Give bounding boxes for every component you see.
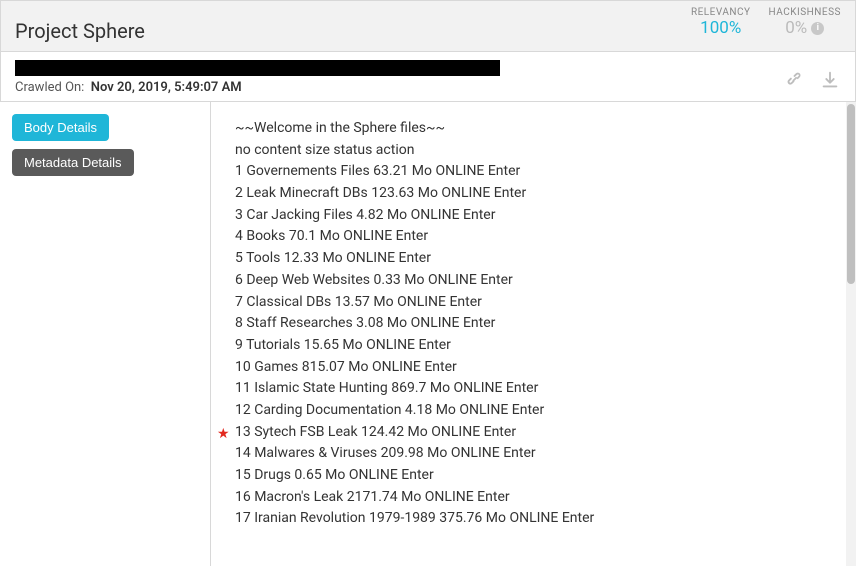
metric-hackishness-label: HACKISHNESS — [769, 7, 841, 18]
list-item-text: 2 Leak Minecraft DBs 123.63 Mo ONLINE En… — [235, 185, 526, 201]
header-metrics: RELEVANCY 100% HACKISHNESS 0% i — [691, 7, 841, 38]
list-item-text: 5 Tools 12.33 Mo ONLINE Enter — [235, 250, 431, 266]
metric-relevancy: RELEVANCY 100% — [691, 7, 751, 38]
list-item: 8 Staff Researches 3.08 Mo ONLINE Enter — [235, 313, 834, 335]
list-item-text: 16 Macron's Leak 2171.74 Mo ONLINE Enter — [235, 489, 510, 505]
list-item: 1 Governements Files 63.21 Mo ONLINE Ent… — [235, 161, 834, 183]
list-item-text: 3 Car Jacking Files 4.82 Mo ONLINE Enter — [235, 207, 495, 223]
info-icon[interactable]: i — [811, 22, 824, 35]
url-row: Crawled On: Nov 20, 2019, 5:49:07 AM — [15, 60, 500, 95]
list-item-text: 17 Iranian Revolution 1979-1989 375.76 M… — [235, 510, 594, 526]
list-item: 15 Drugs 0.65 Mo ONLINE Enter — [235, 465, 834, 487]
list-item-text: 12 Carding Documentation 4.18 Mo ONLINE … — [235, 402, 544, 418]
crawl-label: Crawled On: — [15, 80, 84, 95]
list-item: 4 Books 70.1 Mo ONLINE Enter — [235, 226, 834, 248]
list-item-text: 8 Staff Researches 3.08 Mo ONLINE Enter — [235, 315, 495, 331]
list-item-text: 10 Games 815.07 Mo ONLINE Enter — [235, 359, 457, 375]
metric-hackishness-value: 0% i — [785, 18, 824, 38]
metadata-details-button[interactable]: Metadata Details — [12, 149, 134, 176]
header-action-icons — [783, 69, 841, 95]
list-item-text: 14 Malwares & Viruses 209.98 Mo ONLINE E… — [235, 445, 536, 461]
metric-relevancy-label: RELEVANCY — [691, 7, 751, 18]
list-item-text: 11 Islamic State Hunting 869.7 Mo ONLINE… — [235, 380, 538, 396]
content-area: ~~Welcome in the Sphere files~~ no conte… — [210, 102, 856, 566]
list-item-text: 1 Governements Files 63.21 Mo ONLINE Ent… — [235, 163, 520, 179]
list-item: ★13 Sytech FSB Leak 124.42 Mo ONLINE Ent… — [235, 422, 834, 444]
scrollbar-track[interactable] — [846, 102, 856, 566]
list-item: 2 Leak Minecraft DBs 123.63 Mo ONLINE En… — [235, 183, 834, 205]
body-wrap: Body Details Metadata Details ~~Welcome … — [0, 102, 856, 566]
content-body: ~~Welcome in the Sphere files~~ no conte… — [211, 102, 846, 566]
list-item: 3 Car Jacking Files 4.82 Mo ONLINE Enter — [235, 205, 834, 227]
crawl-info: Crawled On: Nov 20, 2019, 5:49:07 AM — [15, 80, 500, 95]
list-item: 10 Games 815.07 Mo ONLINE Enter — [235, 357, 834, 379]
metric-hackishness: HACKISHNESS 0% i — [769, 7, 841, 38]
crawl-value: Nov 20, 2019, 5:49:07 AM — [91, 80, 242, 95]
list-item: 16 Macron's Leak 2171.74 Mo ONLINE Enter — [235, 487, 834, 509]
list-item-text: 4 Books 70.1 Mo ONLINE Enter — [235, 228, 428, 244]
list-item: 14 Malwares & Viruses 209.98 Mo ONLINE E… — [235, 443, 834, 465]
welcome-line: ~~Welcome in the Sphere files~~ — [235, 118, 834, 140]
header-sub: Crawled On: Nov 20, 2019, 5:49:07 AM — [0, 52, 856, 102]
link-icon[interactable] — [783, 69, 805, 91]
list-item: 11 Islamic State Hunting 869.7 Mo ONLINE… — [235, 378, 834, 400]
page-title: Project Sphere — [15, 7, 145, 43]
list-item: 6 Deep Web Websites 0.33 Mo ONLINE Enter — [235, 270, 834, 292]
header-top: Project Sphere RELEVANCY 100% HACKISHNES… — [0, 0, 856, 52]
list-item-text: 9 Tutorials 15.65 Mo ONLINE Enter — [235, 337, 451, 353]
list-item: 5 Tools 12.33 Mo ONLINE Enter — [235, 248, 834, 270]
scrollbar-thumb[interactable] — [847, 104, 855, 284]
list-item-text: 15 Drugs 0.65 Mo ONLINE Enter — [235, 467, 434, 483]
list-item: 17 Iranian Revolution 1979-1989 375.76 M… — [235, 508, 834, 530]
download-icon[interactable] — [819, 69, 841, 91]
redacted-url — [15, 60, 500, 76]
list-item: 7 Classical DBs 13.57 Mo ONLINE Enter — [235, 292, 834, 314]
body-details-button[interactable]: Body Details — [12, 114, 109, 141]
list-item: 12 Carding Documentation 4.18 Mo ONLINE … — [235, 400, 834, 422]
list-item-text: 7 Classical DBs 13.57 Mo ONLINE Enter — [235, 294, 482, 310]
metric-relevancy-value: 100% — [700, 18, 741, 38]
columns-header-line: no content size status action — [235, 140, 834, 162]
star-icon: ★ — [217, 424, 230, 446]
sidebar: Body Details Metadata Details — [0, 102, 210, 566]
hackishness-number: 0% — [785, 18, 807, 38]
list-item: 9 Tutorials 15.65 Mo ONLINE Enter — [235, 335, 834, 357]
list-item-text: 6 Deep Web Websites 0.33 Mo ONLINE Enter — [235, 272, 513, 288]
list-item-text: 13 Sytech FSB Leak 124.42 Mo ONLINE Ente… — [235, 424, 516, 440]
